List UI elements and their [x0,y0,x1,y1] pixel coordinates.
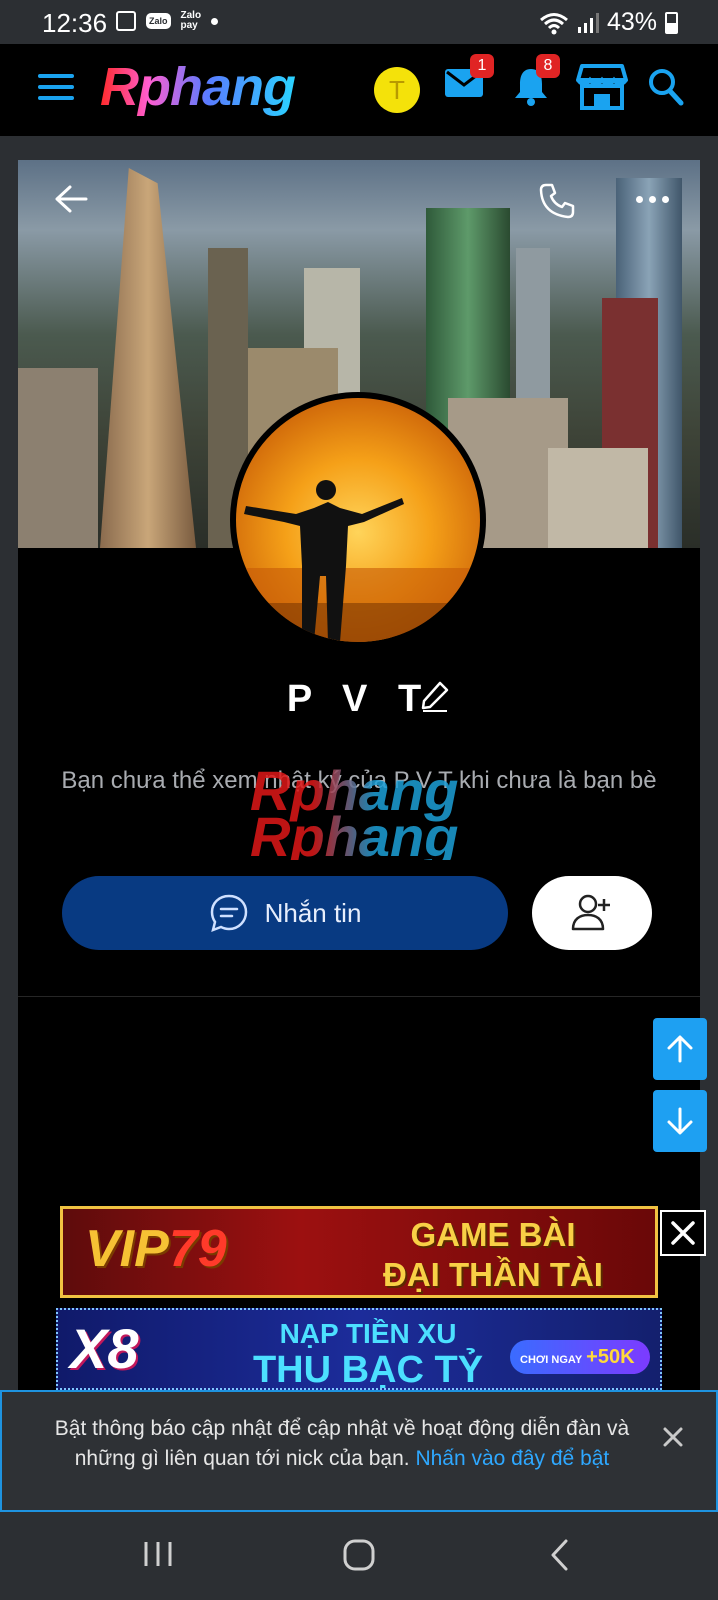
store-icon [576,64,628,110]
call-button[interactable] [538,182,576,225]
recent-apps-icon [144,1542,172,1566]
back-button[interactable] [54,184,88,219]
close-ad-button[interactable] [660,1210,706,1256]
phone-icon [539,183,575,219]
send-message-label: Nhắn tin [264,897,362,928]
ad-x8-cta: CHƠI NGAY +50K [510,1340,650,1374]
signal-icon [577,12,599,33]
shop-button[interactable] [576,64,628,115]
dismiss-notification-button[interactable] [662,1426,684,1453]
zalo-icon: Zalo [146,13,171,29]
ad-x8-text: NẠP TIỀN XU THU BẠC TỶ [252,1318,484,1390]
add-friend-button[interactable] [532,876,652,950]
chevron-left-icon [551,1539,568,1571]
scroll-up-button[interactable] [653,1018,707,1080]
close-icon [663,1427,683,1447]
recent-apps-button[interactable] [142,1538,174,1575]
section-divider [18,996,700,997]
messages-button[interactable]: 1 [444,54,494,105]
enable-notifications-link[interactable]: Nhấn vào đây để bật [415,1447,609,1470]
search-button[interactable] [648,68,684,111]
site-watermark: Rphang Rphang [250,759,459,868]
chat-bubble-icon [210,894,247,933]
edit-name-button[interactable] [420,680,450,717]
notification-prompt-text: Bật thông báo cập nhật để cập nhật về ho… [54,1417,630,1470]
site-logo[interactable]: Rphang [100,56,296,118]
more-dot-icon [636,196,643,203]
home-button[interactable] [342,1538,376,1577]
battery-icon [665,11,678,34]
close-icon [671,1221,695,1245]
messages-badge: 1 [470,54,494,78]
app-header: Rphang T 1 8 [0,44,718,136]
ad-x8-logo: X8 [70,1317,139,1380]
pencil-icon [421,681,449,712]
user-avatar[interactable]: T [374,67,420,113]
ad-banner-vip79[interactable]: VIP79 GAME BÀI ĐẠI THẦN TÀI [60,1206,658,1298]
profile-avatar[interactable] [230,392,486,648]
arrow-up-icon [667,1035,693,1063]
send-message-button[interactable]: Nhắn tin [62,876,508,950]
scroll-down-button[interactable] [653,1090,707,1152]
gallery-icon [116,11,136,31]
more-options-button[interactable] [636,196,669,203]
back-nav-button[interactable] [548,1538,572,1577]
status-bar: 12:36 Zalo Zalo pay 43% [0,0,718,44]
notifications-button[interactable]: 8 [512,54,560,111]
ad-vip79-logo: VIP79 [85,1220,227,1278]
ad-vip79-text: GAME BÀI ĐẠI THẦN TÀI [383,1216,603,1293]
system-navigation-bar [0,1512,718,1600]
profile-name: P V T [286,678,432,720]
status-notification-icons: Zalo Zalo pay [116,10,219,31]
add-user-icon [571,894,610,931]
battery-percentage: 43% [606,8,657,36]
arrow-left-icon [55,185,88,213]
wifi-icon [539,12,568,34]
more-notifications-dot [211,17,219,25]
arrow-down-icon [667,1107,693,1135]
search-icon [649,69,684,106]
notifications-badge: 8 [536,54,560,78]
ad-banner-x8[interactable]: X8 NẠP TIỀN XU THU BẠC TỶ CHƠI NGAY +50K [56,1308,662,1390]
home-icon [343,1539,375,1571]
push-notification-prompt: Bật thông báo cập nhật để cập nhật về ho… [0,1390,718,1512]
menu-icon[interactable] [38,74,74,102]
status-system-icons: 43% [539,8,678,37]
status-time: 12:36 [42,8,108,38]
zalopay-icon: Zalo pay [180,10,202,31]
silhouette-figure [236,480,480,642]
